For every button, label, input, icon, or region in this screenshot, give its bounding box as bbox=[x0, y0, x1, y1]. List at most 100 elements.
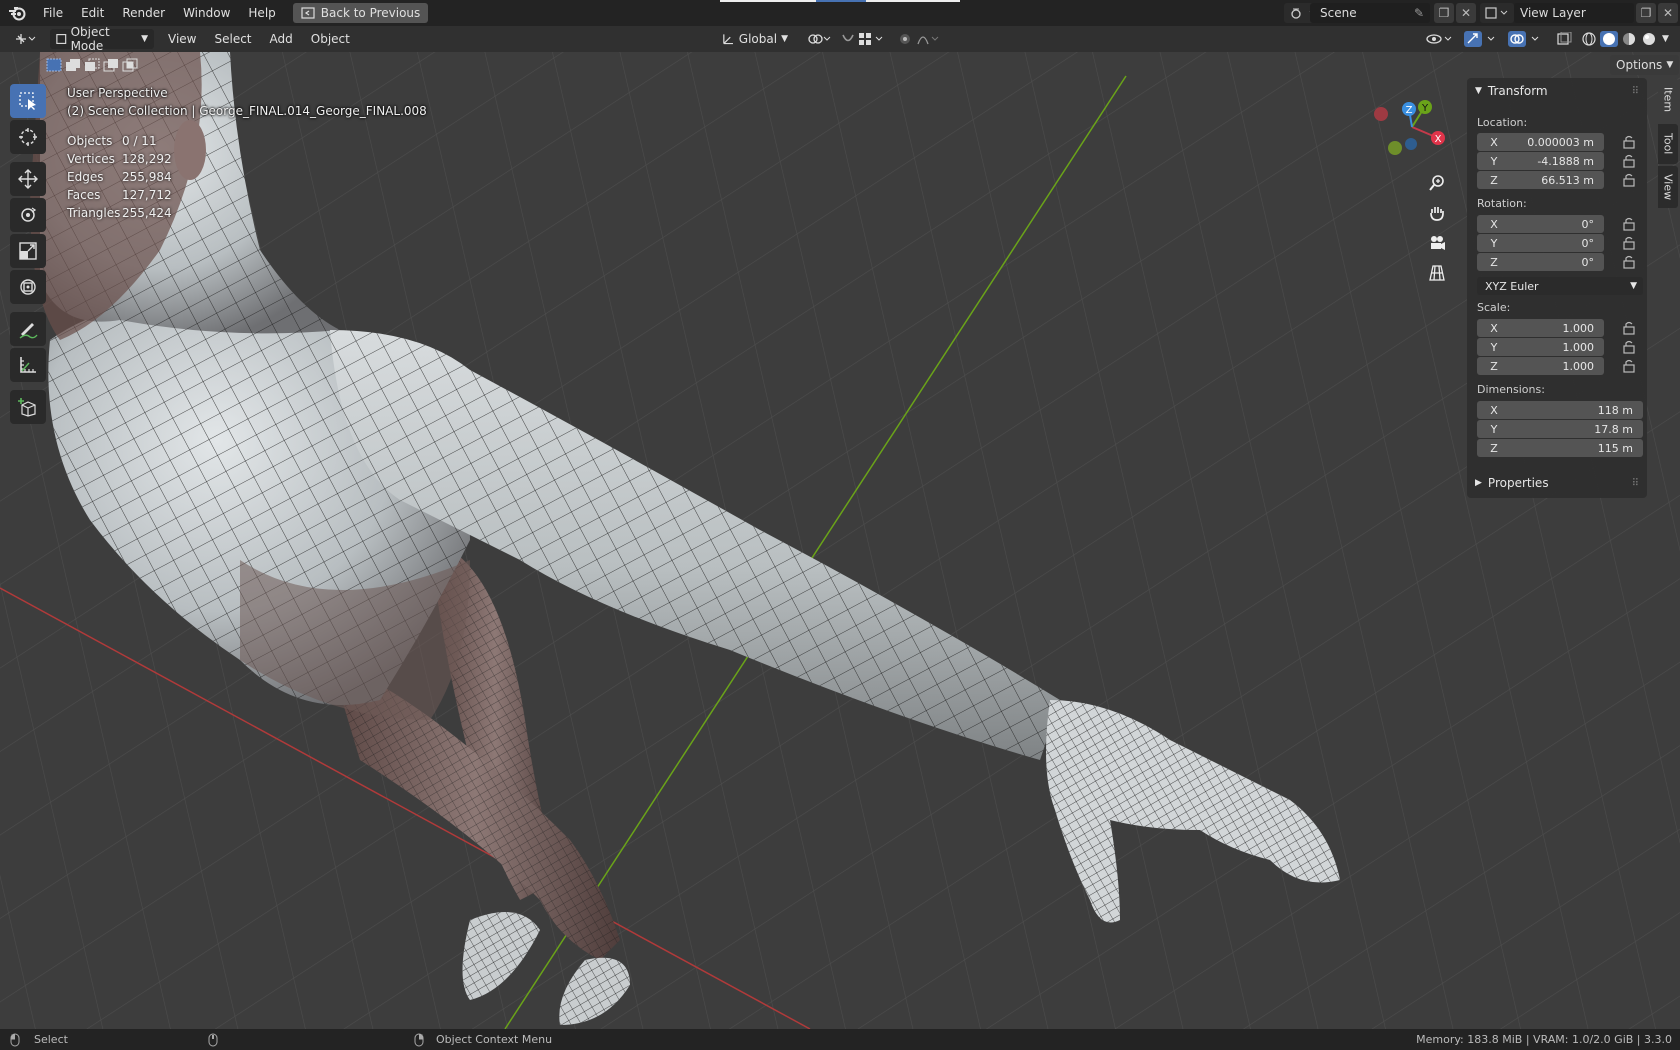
select-box-tool-icon[interactable] bbox=[10, 84, 46, 118]
scale-tool-icon[interactable] bbox=[10, 234, 46, 268]
gizmo-toggle-icon[interactable] bbox=[1458, 29, 1508, 49]
chevron-down-icon[interactable]: ▼ bbox=[1662, 34, 1669, 44]
menu-render[interactable]: Render bbox=[113, 0, 174, 26]
stat-row: Vertices 128,292 bbox=[67, 152, 172, 170]
menu-window[interactable]: Window bbox=[174, 0, 239, 26]
lock-icon[interactable] bbox=[1622, 321, 1636, 335]
overlays-toggle-icon[interactable] bbox=[1502, 29, 1552, 49]
pivot-point-icon[interactable] bbox=[800, 29, 838, 49]
transform-orientation-dropdown[interactable]: Global ▼ bbox=[716, 29, 794, 49]
rotation-x-field[interactable]: X 0° bbox=[1477, 215, 1604, 233]
rotation-mode-dropdown[interactable]: XYZ Euler ▼ bbox=[1477, 277, 1643, 295]
select-subtract-icon[interactable] bbox=[84, 58, 100, 72]
orientation-icon bbox=[723, 34, 733, 45]
tab-item[interactable]: Item bbox=[1658, 78, 1678, 122]
menu-select[interactable]: Select bbox=[208, 29, 257, 49]
axis-label: Y bbox=[1490, 236, 1498, 250]
tab-tool[interactable]: Tool bbox=[1658, 124, 1678, 164]
scale-x-field[interactable]: X 1.000 bbox=[1477, 319, 1604, 337]
location-y-field[interactable]: Y -4.1888 m bbox=[1477, 152, 1604, 170]
solid-shading-icon[interactable] bbox=[1600, 31, 1618, 47]
sidebar-panel: ▼ Transform ⠿ Location: X 0.000003 m Y -4.… bbox=[1467, 78, 1647, 498]
transform-panel-header[interactable]: ▼ Transform ⠿ bbox=[1467, 78, 1647, 104]
workspace-tab-active[interactable] bbox=[816, 0, 866, 2]
lock-icon[interactable] bbox=[1622, 236, 1636, 250]
transform-tool-icon[interactable] bbox=[10, 270, 46, 304]
camera-icon[interactable] bbox=[1424, 230, 1450, 256]
snap-mode-icon[interactable] bbox=[852, 29, 892, 49]
lock-icon[interactable] bbox=[1622, 340, 1636, 354]
menu-object[interactable]: Object bbox=[305, 29, 356, 49]
tab-view[interactable]: View bbox=[1658, 166, 1678, 208]
dimensions-z-field[interactable]: Z 115 m bbox=[1477, 439, 1643, 457]
viewport-scene bbox=[0, 52, 1680, 1029]
select-intersect-icon[interactable] bbox=[122, 58, 138, 72]
lock-icon[interactable] bbox=[1622, 217, 1636, 231]
lock-icon[interactable] bbox=[1622, 154, 1636, 168]
wireframe-shading-icon[interactable] bbox=[1580, 31, 1598, 47]
3d-viewport[interactable]: X Y Z bbox=[0, 52, 1680, 1029]
new-scene-icon[interactable]: ❐ bbox=[1434, 3, 1454, 23]
new-view-layer-icon[interactable]: ❐ bbox=[1636, 3, 1656, 23]
rendered-shading-icon[interactable] bbox=[1640, 31, 1658, 47]
properties-panel-header[interactable]: ▶ Properties ⠿ bbox=[1467, 470, 1647, 496]
location-x-field[interactable]: X 0.000003 m bbox=[1477, 133, 1604, 151]
axis-label: Y bbox=[1490, 422, 1498, 436]
selection-mode-icons bbox=[46, 58, 138, 72]
delete-view-layer-icon[interactable]: ✕ bbox=[1658, 3, 1678, 23]
scene-name-field[interactable]: Scene ✎ bbox=[1310, 3, 1430, 23]
lock-icon[interactable] bbox=[1622, 255, 1636, 269]
editor-type-icon[interactable] bbox=[8, 29, 44, 49]
proportional-edit-icon[interactable] bbox=[892, 29, 948, 49]
options-dropdown[interactable]: Options ▼ bbox=[1610, 55, 1680, 75]
lock-icon[interactable] bbox=[1622, 359, 1636, 373]
perspective-toggle-icon[interactable] bbox=[1424, 260, 1450, 286]
visibility-icon[interactable] bbox=[1420, 29, 1462, 49]
gizmo-x-label: X bbox=[1435, 134, 1442, 145]
select-new-icon[interactable] bbox=[46, 58, 62, 72]
navigation-gizmo[interactable]: X Y Z bbox=[1370, 92, 1450, 172]
zoom-icon[interactable] bbox=[1424, 170, 1450, 196]
dimensions-label: Dimensions: bbox=[1477, 383, 1545, 396]
select-invert-icon[interactable] bbox=[103, 58, 119, 72]
chevron-down-icon: ▼ bbox=[781, 34, 788, 44]
dimensions-y-field[interactable]: Y 17.8 m bbox=[1477, 420, 1643, 438]
view-layer-selector-icon[interactable] bbox=[1480, 3, 1514, 23]
object-mode-dropdown[interactable]: Object Mode ▼ bbox=[50, 25, 154, 53]
scale-z-field[interactable]: Z 1.000 bbox=[1477, 357, 1604, 375]
menu-edit[interactable]: Edit bbox=[72, 0, 113, 26]
stat-value: 0 / 11 bbox=[122, 134, 157, 148]
scale-y-field[interactable]: Y 1.000 bbox=[1477, 338, 1604, 356]
back-to-previous-button[interactable]: Back to Previous bbox=[292, 3, 429, 23]
view-layer-name-field[interactable]: View Layer bbox=[1514, 3, 1634, 23]
lock-icon[interactable] bbox=[1622, 135, 1636, 149]
drag-handle-icon[interactable]: ⠿ bbox=[1632, 478, 1639, 489]
pan-hand-icon[interactable] bbox=[1424, 200, 1450, 226]
pin-icon[interactable]: ✎ bbox=[1414, 6, 1424, 20]
menu-view[interactable]: View bbox=[162, 29, 202, 49]
field-value: 115 m bbox=[1597, 441, 1633, 455]
move-tool-icon[interactable] bbox=[10, 162, 46, 196]
menu-add[interactable]: Add bbox=[264, 29, 299, 49]
rotate-tool-icon[interactable] bbox=[10, 198, 46, 232]
lock-icon[interactable] bbox=[1622, 173, 1636, 187]
location-z-field[interactable]: Z 66.513 m bbox=[1477, 171, 1604, 189]
axis-label: X bbox=[1490, 135, 1498, 149]
rotation-y-field[interactable]: Y 0° bbox=[1477, 234, 1604, 252]
blender-logo-icon[interactable] bbox=[0, 5, 34, 21]
drag-handle-icon[interactable]: ⠿ bbox=[1632, 86, 1639, 97]
select-extend-icon[interactable] bbox=[65, 58, 81, 72]
rotation-z-field[interactable]: Z 0° bbox=[1477, 253, 1604, 271]
measure-tool-icon[interactable] bbox=[10, 348, 46, 382]
dimensions-x-field[interactable]: X 118 m bbox=[1477, 401, 1643, 419]
cursor-tool-icon[interactable] bbox=[10, 120, 46, 154]
annotate-tool-icon[interactable] bbox=[10, 312, 46, 346]
stat-value: 255,984 bbox=[122, 170, 172, 184]
delete-scene-icon[interactable]: ✕ bbox=[1456, 3, 1476, 23]
add-cube-tool-icon[interactable] bbox=[10, 390, 46, 424]
menu-file[interactable]: File bbox=[34, 0, 72, 26]
axis-label: Z bbox=[1490, 255, 1498, 269]
axis-label: Y bbox=[1490, 340, 1498, 354]
material-shading-icon[interactable] bbox=[1620, 31, 1638, 47]
menu-help[interactable]: Help bbox=[239, 0, 284, 26]
